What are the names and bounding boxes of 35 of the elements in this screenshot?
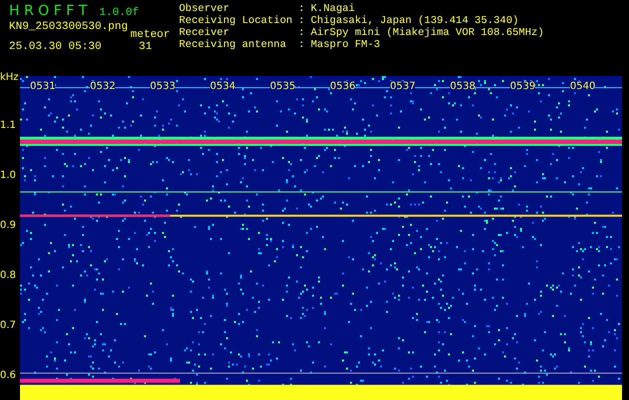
info-value: K.Nagai: [310, 3, 356, 15]
axis-tick-label: 1.1: [0, 120, 16, 131]
axis-tick-label: 0.6: [0, 370, 16, 381]
version-label: 1.0.0f: [99, 7, 139, 19]
axis-unit: kHz: [0, 72, 19, 83]
info-separator: :: [298, 3, 305, 15]
info-separator: :: [298, 15, 305, 27]
time-label: 0531: [30, 81, 56, 92]
time-label: 0532: [90, 81, 116, 92]
info-separator: :: [298, 39, 305, 51]
time-label: 0536: [330, 81, 356, 92]
time-label: 0540: [570, 81, 596, 92]
file-name: KN9_2503300530.png: [9, 21, 128, 35]
axis-tick-label: 0.7: [0, 320, 16, 331]
axis-tick-label: 1.0: [0, 170, 16, 181]
app-title: H R O F F T: [9, 3, 88, 19]
time-label: 0538: [450, 81, 476, 92]
info-label: Receiver: [179, 27, 230, 39]
time-label: 0533: [150, 81, 176, 92]
meteor-count: 31: [138, 41, 152, 53]
info-separator: :: [298, 27, 305, 39]
info-label: Observer: [179, 3, 230, 15]
time-label: 0539: [510, 81, 536, 92]
info-value: Chigasaki, Japan (139.414 35.340): [310, 15, 520, 27]
count-label: meteor: [130, 29, 170, 41]
time-label: 0535: [270, 81, 296, 92]
date-time: 25.03.30 05:30: [9, 41, 102, 53]
time-label: 0537: [390, 81, 416, 92]
info-value: Maspro FM-3: [310, 39, 382, 51]
info-value: AirSpy mini (Miakejima VOR 108.65MHz): [310, 27, 544, 39]
info-label: Receiving Location: [179, 15, 292, 27]
info-label: Receiving antenna: [179, 39, 288, 51]
axis-tick-label: 0.8: [0, 270, 16, 281]
axis-tick-label: 0.9: [0, 220, 16, 231]
time-label: 0534: [210, 81, 236, 92]
